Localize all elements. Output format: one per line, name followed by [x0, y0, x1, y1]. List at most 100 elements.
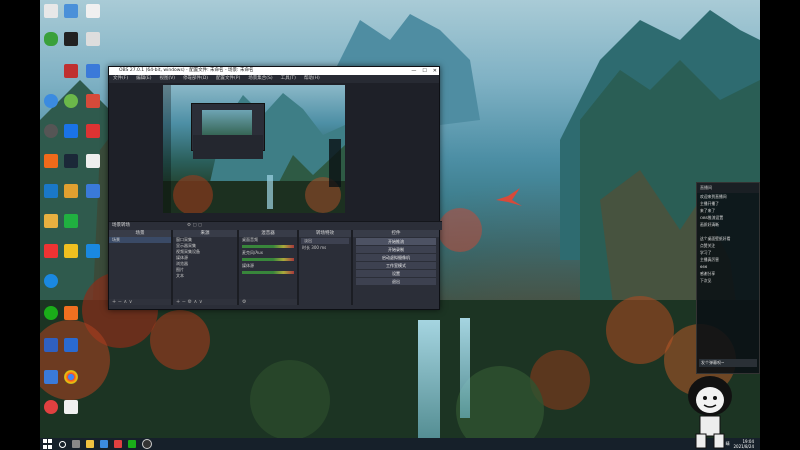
gear-icon[interactable]	[64, 338, 78, 352]
duration-label: 时长	[302, 245, 310, 250]
app-icon[interactable]	[64, 124, 78, 138]
app-icon[interactable]	[44, 94, 58, 108]
maximize-icon[interactable]: ☐	[422, 67, 426, 75]
window-titlebar[interactable]: OBS 27.0.1 (64-bit, windows) - 配置文件: 未命名…	[109, 67, 439, 75]
app-icon[interactable]	[86, 244, 100, 258]
explorer-icon[interactable]	[86, 440, 94, 448]
exit-button[interactable]: 退出	[356, 278, 436, 285]
audio-meter	[242, 245, 294, 248]
chat-message: 画质好清晰	[700, 222, 719, 227]
audio-meter	[242, 271, 294, 274]
app-icon[interactable]	[44, 214, 58, 228]
app-icon[interactable]	[64, 184, 78, 198]
taskview-icon[interactable]	[72, 440, 80, 448]
obs-window[interactable]: OBS 27.0.1 (64-bit, windows) - 配置文件: 未命名…	[108, 66, 442, 310]
clock-date: 2021/8/24	[733, 444, 754, 449]
preview-canvas[interactable]	[163, 85, 345, 213]
shield-icon[interactable]	[44, 32, 58, 46]
app-icon[interactable]	[64, 244, 78, 258]
app-icon[interactable]	[64, 64, 78, 78]
app-icon[interactable]	[100, 440, 108, 448]
app-icon[interactable]	[44, 370, 58, 384]
app-icon[interactable]	[64, 400, 78, 414]
transition-duration[interactable]: 时长 300 ms	[299, 245, 351, 251]
app-icon[interactable]	[64, 32, 78, 46]
app-icon[interactable]	[86, 94, 100, 108]
app-icon[interactable]	[86, 124, 100, 138]
controls-dock: 控件 开始推流 开始录制 启动虚拟摄像机 工作室模式 设置 退出	[353, 230, 439, 306]
app-icon[interactable]	[128, 440, 136, 448]
scene-item[interactable]: 场景	[109, 237, 171, 243]
menu-help[interactable]: 帮助(H)	[304, 75, 320, 83]
waterfall	[418, 320, 440, 440]
live-chat-panel[interactable]: 直播间 欢迎来到直播间 主播开播了 来了来了 OBS推流设置 画质好清晰 这个桌…	[696, 182, 760, 374]
app-icon[interactable]	[44, 124, 58, 138]
search-icon[interactable]	[59, 440, 66, 448]
mixer-channel-label: 桌面音频	[242, 237, 258, 242]
preview-area	[109, 83, 439, 221]
chat-message: 点赞关注	[700, 243, 716, 248]
close-icon[interactable]: ✕	[433, 67, 437, 75]
app-icon[interactable]	[64, 306, 78, 320]
scenes-dock: 场景 场景 + − ∧ ∨	[109, 230, 171, 306]
app-icon[interactable]	[86, 4, 100, 18]
studio-mode-button[interactable]: 工作室模式	[356, 262, 436, 269]
app-icon[interactable]	[64, 214, 78, 228]
source-item[interactable]: 文本	[173, 273, 237, 279]
chat-input[interactable]: 发个弹幕呗~	[699, 359, 757, 367]
start-recording-button[interactable]: 开始录制	[356, 246, 436, 253]
menu-view[interactable]: 视图(V)	[159, 75, 175, 83]
chrome-icon[interactable]	[64, 370, 78, 384]
app-icon[interactable]	[64, 4, 78, 18]
mixer-channel-label: 媒体源	[242, 263, 254, 268]
menu-file[interactable]: 文件(F)	[113, 75, 128, 83]
app-icon[interactable]	[64, 94, 78, 108]
chat-message	[697, 228, 759, 235]
preview-chat-panel	[329, 139, 341, 187]
menu-docks[interactable]: 停靠部件(D)	[183, 75, 208, 83]
status-bar	[109, 305, 439, 309]
app-icon[interactable]	[86, 64, 100, 78]
duration-value: 300 ms	[311, 245, 327, 250]
obs-icon[interactable]	[142, 439, 152, 449]
minimize-icon[interactable]: —	[411, 67, 416, 75]
app-icon[interactable]	[44, 4, 58, 18]
app-icon[interactable]	[86, 184, 100, 198]
app-icon[interactable]	[44, 184, 58, 198]
chat-message: 学习了	[700, 250, 712, 255]
app-icon[interactable]	[114, 440, 122, 448]
app-icon[interactable]	[86, 154, 100, 168]
steam-icon[interactable]	[64, 154, 78, 168]
waterfall	[460, 318, 470, 418]
nested-obs-docks	[193, 135, 263, 159]
transition-select[interactable]: 淡出	[301, 238, 349, 244]
chat-message: 感谢分享	[700, 271, 716, 276]
menu-tools[interactable]: 工具(T)	[281, 75, 296, 83]
start-streaming-button[interactable]: 开始推流	[356, 238, 436, 245]
scene-transition-label: 场景转场	[112, 223, 130, 228]
app-icon[interactable]	[44, 400, 58, 414]
app-icon[interactable]	[44, 244, 58, 258]
scene-transition-bar: 场景转场 ⚙ ▢ ◻	[109, 221, 442, 230]
app-icon[interactable]	[44, 154, 58, 168]
menu-scene-collection[interactable]: 场景集合(S)	[248, 75, 272, 83]
menu-edit[interactable]: 编辑(E)	[136, 75, 151, 83]
transitions-header: 转场特效	[299, 230, 351, 237]
app-icon[interactable]	[44, 274, 58, 288]
chat-message: 主播真厉害	[700, 257, 719, 262]
menu-bar: 文件(F) 编辑(E) 视图(V) 停靠部件(D) 配置文件(P) 场景集合(S…	[109, 75, 439, 83]
app-icon[interactable]	[86, 32, 100, 46]
docks: 场景 场景 + − ∧ ∨ 来源 窗口采集 显示器采集 视频采集设备 媒体源 浏…	[109, 230, 439, 306]
chat-message: 666	[700, 264, 708, 269]
scenebar-icons[interactable]: ⚙ ▢ ◻	[187, 222, 202, 230]
wechat-icon[interactable]	[44, 306, 58, 320]
sources-dock: 来源 窗口采集 显示器采集 视频采集设备 媒体源 浏览器 图片 文本 + − ⚙…	[173, 230, 237, 306]
window-title: OBS 27.0.1 (64-bit, windows) - 配置文件: 未命名…	[119, 68, 254, 73]
virtual-camera-button[interactable]: 启动虚拟摄像机	[356, 254, 436, 261]
settings-button[interactable]: 设置	[356, 270, 436, 277]
start-button[interactable]	[43, 439, 53, 449]
menu-profile[interactable]: 配置文件(P)	[216, 75, 240, 83]
app-icon[interactable]	[44, 338, 58, 352]
audio-meter	[242, 258, 294, 261]
taskbar: 26℃ 晴 19:04 2021/8/24	[40, 438, 760, 450]
